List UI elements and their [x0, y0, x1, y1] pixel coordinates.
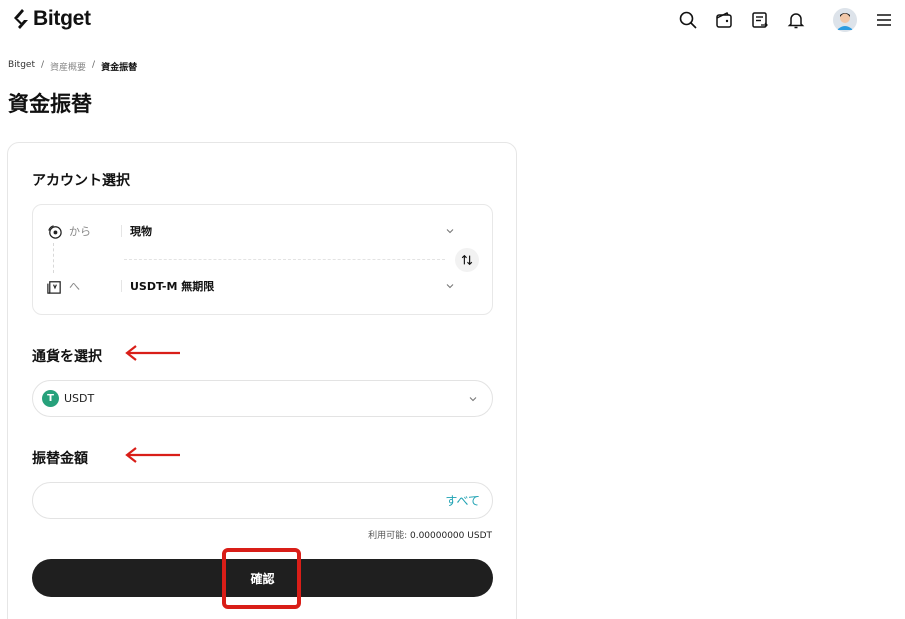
amount-field: すべて	[32, 482, 493, 519]
account-selector: から 現物 へ USDT-M 無期限	[32, 204, 493, 315]
breadcrumb-separator: /	[92, 60, 96, 70]
orders-icon[interactable]	[749, 9, 771, 31]
swap-icon	[461, 254, 473, 266]
divider	[121, 225, 122, 237]
annotation-arrow-currency	[125, 345, 180, 361]
breadcrumb-separator: /	[40, 60, 45, 70]
from-account-icon	[45, 222, 63, 240]
currency-value: USDT	[64, 392, 95, 405]
bitget-logo[interactable]: Bitget	[12, 7, 91, 31]
to-account-select[interactable]: へ USDT-M 無期限	[45, 277, 455, 295]
from-label: から	[69, 225, 91, 238]
available-label: 利用可能:	[368, 531, 408, 541]
breadcrumb-home[interactable]: Bitget	[8, 60, 35, 73]
avatar[interactable]	[833, 8, 857, 32]
breadcrumb-parent[interactable]: 資産概要	[50, 60, 86, 73]
bitget-logo-icon	[14, 9, 28, 29]
tether-icon: T	[42, 390, 59, 407]
available-balance: 利用可能: 0.00000000 USDT	[368, 528, 492, 541]
to-account-value: USDT-M 無期限	[130, 280, 215, 293]
chevron-down-icon	[446, 284, 454, 289]
chevron-down-icon	[469, 396, 477, 401]
available-value: 0.00000000	[409, 531, 465, 541]
bell-icon[interactable]	[785, 9, 807, 31]
breadcrumb-current: 資金振替	[101, 63, 138, 73]
currency-select[interactable]: T USDT	[32, 380, 493, 417]
amount-section-label: 振替金額	[32, 451, 88, 467]
wallet-icon[interactable]	[713, 9, 735, 31]
to-account-icon	[45, 277, 63, 295]
amount-input[interactable]	[47, 493, 446, 508]
max-all-button[interactable]: すべて	[445, 492, 480, 509]
chevron-down-icon	[446, 229, 454, 234]
divider	[121, 280, 122, 292]
from-account-value: 現物	[130, 225, 152, 238]
brand-name: Bitget	[33, 7, 91, 30]
account-divider	[124, 259, 445, 260]
annotation-highlight-confirm	[222, 548, 301, 609]
connector-line	[53, 243, 54, 273]
search-icon[interactable]	[677, 9, 699, 31]
currency-section-label: 通貨を選択	[32, 349, 102, 365]
swap-accounts-button[interactable]	[455, 248, 479, 272]
from-account-select[interactable]: から 現物	[45, 222, 455, 240]
account-section-label: アカウント選択	[32, 173, 130, 189]
page-title: 資金振替	[8, 92, 92, 116]
available-unit: USDT	[467, 531, 492, 541]
menu-icon[interactable]	[873, 9, 895, 31]
breadcrumb: Bitget / 資産概要 / 資金振替	[8, 60, 137, 73]
to-label: へ	[69, 280, 80, 293]
annotation-arrow-amount	[125, 447, 180, 463]
header-actions	[677, 8, 895, 32]
